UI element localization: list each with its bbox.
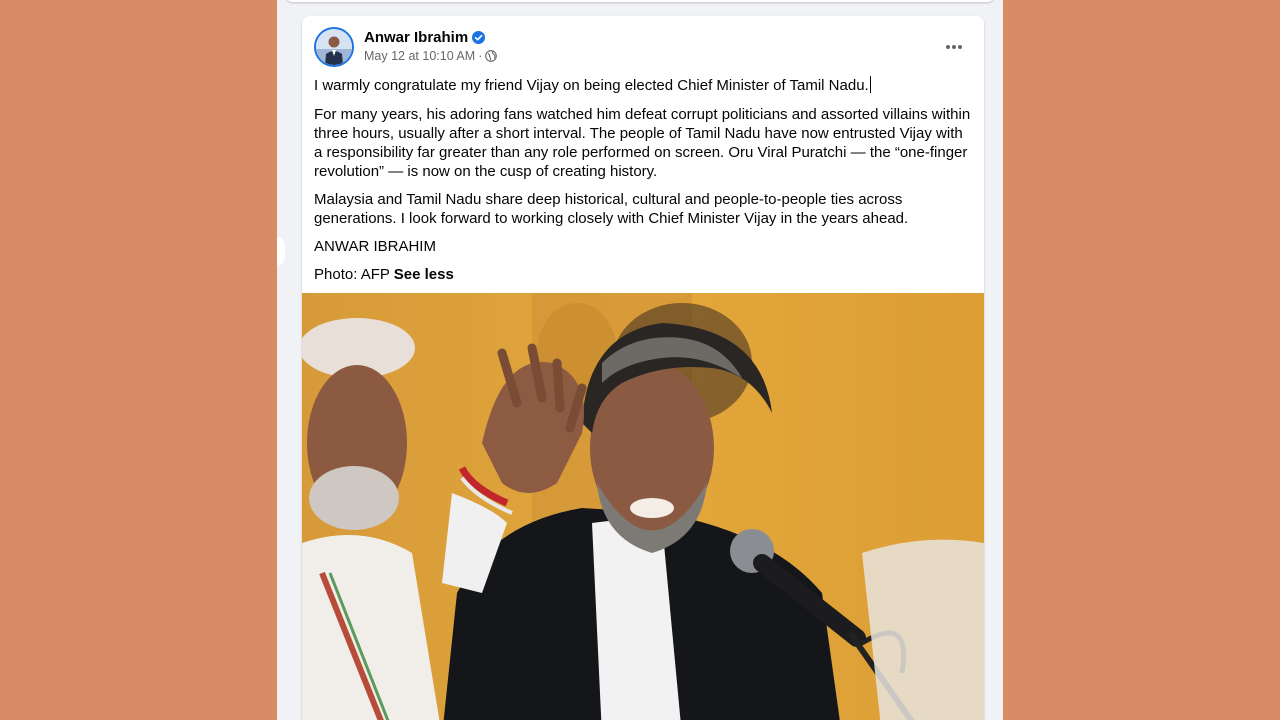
paragraph-text: I warmly congratulate my friend Vijay on… — [314, 77, 869, 94]
photo-credit: Photo: AFP — [314, 266, 390, 283]
meta-separator: · — [478, 49, 483, 63]
post-signature: ANWAR IBRAHIM — [314, 238, 436, 255]
author-name[interactable]: Anwar Ibrahim — [364, 29, 468, 46]
more-options-icon — [946, 45, 962, 49]
post-card: Anwar Ibrahim May 12 at 10:10 AM · I war… — [302, 16, 984, 720]
post-photo-image — [302, 293, 984, 720]
previous-post-edge — [285, 0, 995, 2]
see-less-link[interactable]: See less — [394, 266, 454, 283]
author-avatar[interactable] — [314, 27, 354, 67]
verified-badge-icon — [472, 30, 486, 44]
post-photo[interactable] — [302, 293, 984, 720]
text-caret — [869, 76, 871, 93]
post-body: I warmly congratulate my friend Vijay on… — [314, 76, 974, 293]
post-header: Anwar Ibrahim May 12 at 10:10 AM · — [314, 27, 972, 69]
photo-credit-line: Photo: AFP See less — [314, 265, 974, 284]
news-feed: Anwar Ibrahim May 12 at 10:10 AM · I war… — [277, 0, 1003, 720]
post-paragraph: For many years, his adoring fans watched… — [314, 106, 971, 180]
post-paragraph: Malaysia and Tamil Nadu share deep histo… — [314, 191, 909, 227]
globe-icon[interactable] — [485, 50, 498, 62]
post-paragraph: I warmly congratulate my friend Vijay on… — [314, 76, 974, 95]
post-timestamp[interactable]: May 12 at 10:10 AM — [364, 49, 475, 63]
feed-side-tab — [277, 237, 285, 265]
more-options-button[interactable] — [936, 33, 972, 61]
avatar-photo — [316, 29, 352, 65]
